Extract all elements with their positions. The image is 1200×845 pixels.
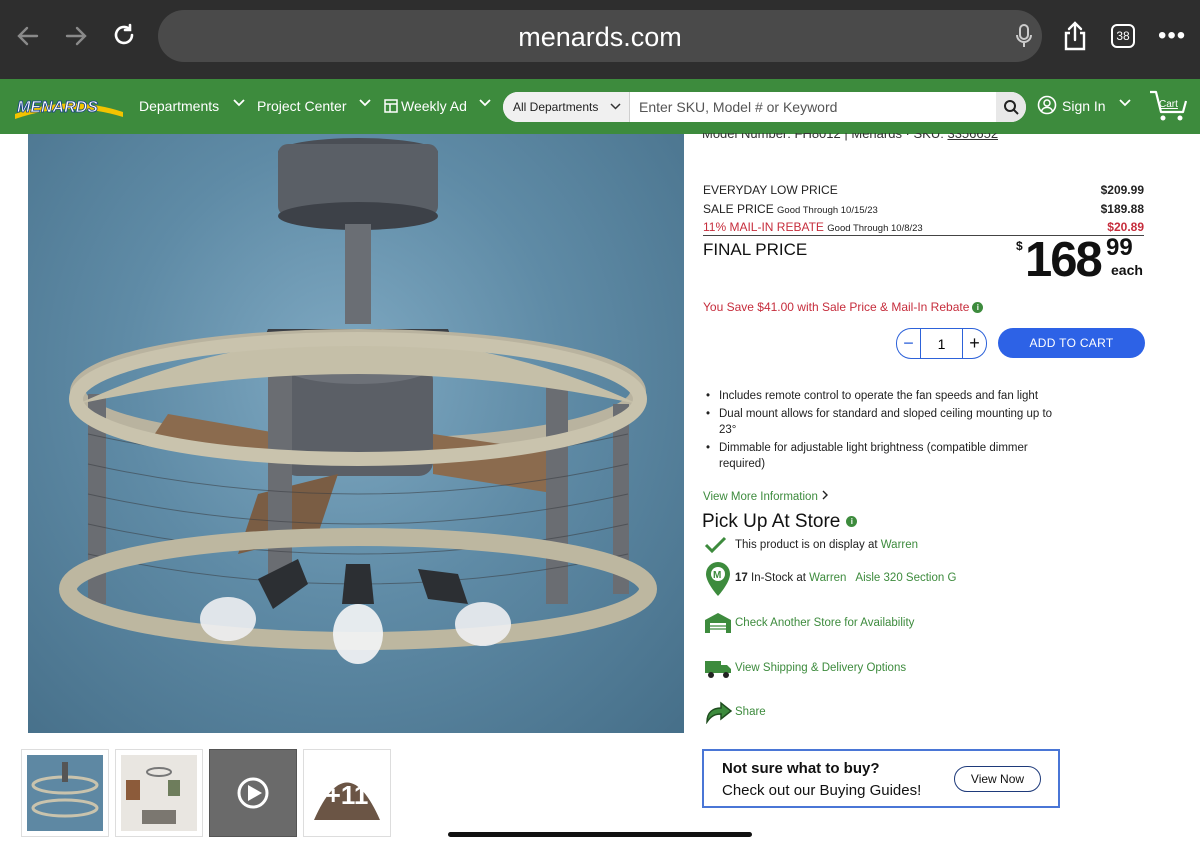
chevron-down-icon[interactable] <box>1118 96 1132 110</box>
feature-list: Includes remote control to operate the f… <box>703 388 1063 474</box>
everyday-price-value: $209.99 <box>1100 183 1144 197</box>
svg-text:MENARDS: MENARDS <box>17 99 98 116</box>
display-store-link[interactable]: Warren <box>881 539 918 551</box>
thumbnail-fan[interactable] <box>21 749 109 837</box>
chevron-down-icon <box>610 103 621 110</box>
chevron-down-icon[interactable] <box>358 96 372 110</box>
everyday-price-label: EVERYDAY LOW PRICE <box>703 183 838 197</box>
final-price-unit: each <box>1111 262 1143 278</box>
aisle-location[interactable]: Aisle 320 Section G <box>855 572 956 584</box>
sale-price-row: SALE PRICE Good Through 10/15/23 $189.88 <box>703 202 1144 216</box>
quantity-decrease-button[interactable]: − <box>896 328 920 359</box>
store-icon <box>705 613 731 633</box>
delivery-truck-icon <box>705 661 731 678</box>
search-input[interactable] <box>639 92 989 122</box>
you-save-text: You Save $41.00 with Sale Price & Mail-I… <box>703 300 984 314</box>
check-store-link[interactable]: Check Another Store for Availability <box>735 617 914 629</box>
buying-guide-subtitle: Check out our Buying Guides! <box>722 782 922 799</box>
stock-count: 17 <box>735 572 748 584</box>
store-pin-icon: M <box>706 562 730 596</box>
fan-thumbnail-icon <box>27 755 103 831</box>
browser-toolbar: menards.com 38 ••• <box>0 0 1200 79</box>
address-bar[interactable]: menards.com <box>158 10 1042 62</box>
you-save-label: You Save $41.00 with Sale Price & Mail-I… <box>703 300 970 314</box>
feature-item: Includes remote control to operate the f… <box>703 388 1063 405</box>
info-icon[interactable]: i <box>972 302 984 314</box>
play-video-icon <box>210 750 296 836</box>
weekly-ad-icon <box>384 99 398 113</box>
rebate-label[interactable]: 11% MAIL-IN REBATE <box>703 220 824 234</box>
more-icon[interactable]: ••• <box>1158 22 1186 50</box>
search-icon <box>1004 100 1019 115</box>
stock-store-link[interactable]: Warren <box>809 572 846 584</box>
buying-guide-title: Not sure what to buy? <box>722 760 880 777</box>
view-more-label: View More Information <box>703 491 818 503</box>
stock-text: In-Stock at <box>751 572 806 584</box>
url-text: menards.com <box>518 22 682 52</box>
sale-price-value: $189.88 <box>1100 202 1144 216</box>
display-text: This product is on display at <box>735 539 878 551</box>
department-select-value: All Departments <box>513 100 599 114</box>
pickup-title: Pick Up At Store i <box>702 511 858 533</box>
rebate-value: $20.89 <box>1107 220 1144 234</box>
nav-project-center[interactable]: Project Center <box>257 98 346 114</box>
nav-departments[interactable]: Departments <box>139 98 219 114</box>
forward-arrow-icon[interactable] <box>62 22 90 50</box>
share-icon[interactable] <box>1061 20 1093 52</box>
quantity-stepper: − + <box>896 328 987 359</box>
share-arrow-icon <box>706 701 733 724</box>
back-arrow-icon[interactable] <box>14 22 42 50</box>
svg-text:M: M <box>713 570 721 581</box>
ceiling-fan-image <box>59 138 657 664</box>
room-thumbnail-icon <box>121 755 197 831</box>
info-icon[interactable]: i <box>846 516 858 528</box>
final-price-cents: 99 <box>1106 234 1133 261</box>
share-link[interactable]: Share <box>735 706 766 718</box>
shipping-link[interactable]: View Shipping & Delivery Options <box>735 662 906 674</box>
view-more-information-link[interactable]: View More Information <box>703 490 829 503</box>
pickup-title-text: Pick Up At Store <box>702 511 841 532</box>
search-bar: All Departments <box>503 92 1026 122</box>
browser-page: menards.com 38 ••• MENARDS Departments P… <box>0 0 1200 845</box>
final-price-whole: 168 <box>1025 233 1103 287</box>
site-header: MENARDS Departments Project Center Weekl… <box>0 79 1200 134</box>
search-button[interactable] <box>996 92 1026 122</box>
department-select[interactable]: All Departments <box>503 92 630 122</box>
more-images-count: +11 <box>325 780 369 810</box>
add-to-cart-button[interactable]: ADD TO CART <box>998 328 1145 358</box>
feature-item: Dual mount allows for standard and slope… <box>703 406 1063 439</box>
sale-price-note: Good Through 10/15/23 <box>777 205 878 216</box>
buying-guide-banner: Not sure what to buy? Check out our Buyi… <box>702 749 1060 808</box>
final-price-currency: $ <box>1016 239 1023 253</box>
checkmark-icon <box>704 536 727 554</box>
sign-in-label: Sign In <box>1062 98 1106 114</box>
home-indicator[interactable] <box>448 832 752 837</box>
view-now-button[interactable]: View Now <box>954 766 1041 792</box>
user-icon <box>1037 95 1057 115</box>
reload-icon[interactable] <box>110 22 138 50</box>
menards-logo[interactable]: MENARDS <box>13 92 125 120</box>
chevron-right-icon <box>822 490 829 500</box>
sale-price-label: SALE PRICE <box>703 202 774 216</box>
thumbnail-room[interactable] <box>115 749 203 837</box>
thumbnail-more[interactable]: +11 <box>303 749 391 837</box>
thumbnail-video[interactable] <box>209 749 297 837</box>
final-price-label: FINAL PRICE <box>703 240 808 259</box>
quantity-input[interactable] <box>920 328 963 359</box>
product-main-image[interactable] <box>28 134 684 733</box>
chevron-down-icon[interactable] <box>232 96 246 110</box>
tabs-icon[interactable]: 38 <box>1111 24 1135 48</box>
rebate-note: Good Through 10/8/23 <box>827 223 923 234</box>
nav-weekly-ad[interactable]: Weekly Ad <box>401 98 467 114</box>
cart-label[interactable]: Cart <box>1159 99 1178 110</box>
everyday-price-row: EVERYDAY LOW PRICE $209.99 <box>703 183 1144 197</box>
feature-item: Dimmable for adjustable light brightness… <box>703 440 1063 473</box>
chevron-down-icon[interactable] <box>478 96 492 110</box>
quantity-increase-button[interactable]: + <box>963 328 987 359</box>
microphone-icon[interactable] <box>1014 23 1034 49</box>
